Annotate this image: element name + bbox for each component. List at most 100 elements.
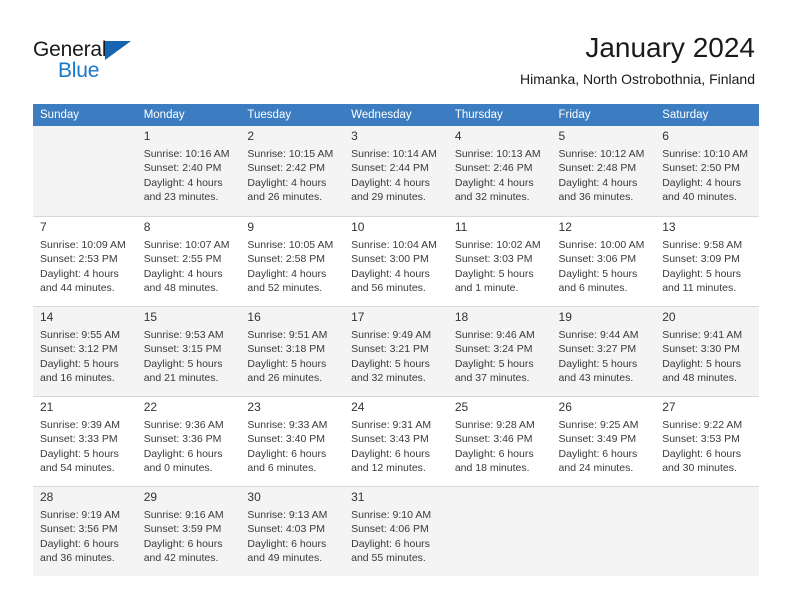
calendar-header-row: Sunday Monday Tuesday Wednesday Thursday… — [33, 104, 759, 126]
calendar-day-cell[interactable]: 17 Sunrise: 9:49 AM Sunset: 3:21 PM Dayligh… — [344, 306, 448, 396]
day-details: Sunrise: 10:12 AM Sunset: 2:48 PM Daylight… — [552, 145, 656, 204]
day-details: Sunrise: 10:02 AM Sunset: 3:03 PM Daylight… — [448, 236, 552, 295]
calendar-day-cell[interactable]: 25 Sunrise: 9:28 AM Sunset: 3:46 PM Dayligh… — [447, 396, 552, 486]
day-detail-daylight1: Daylight: 5 hours — [143, 357, 223, 370]
day-detail-sunrise: Sunrise: 9:41 AM — [662, 329, 743, 341]
day-detail-daylight2: and 55 minutes. — [351, 551, 426, 564]
day-cell-inner: 11 Sunrise: 10:02 AM Sunset: 3:03 PM Daylig… — [447, 216, 552, 306]
day-detail-sunset: Sunset: 3:43 PM — [351, 433, 429, 446]
day-detail-sunrise: Sunrise: 9:58 AM — [662, 239, 743, 251]
day-details: Sunrise: 9:39 AM Sunset: 3:33 PM Daylight:… — [33, 416, 137, 475]
calendar-day-cell[interactable]: 31 Sunrise: 9:10 AM Sunset: 4:06 PM Dayligh… — [344, 486, 448, 576]
day-number: 30 — [247, 490, 261, 504]
day-detail-sunrise: Sunrise: 9:33 AM — [247, 419, 328, 431]
calendar-day-cell[interactable]: 30 Sunrise: 9:13 AM Sunset: 4:03 PM Dayligh… — [240, 486, 345, 576]
day-detail-daylight1: Daylight: 4 hours — [454, 176, 534, 189]
day-details: Sunrise: 9:31 AM Sunset: 3:43 PM Daylight:… — [344, 416, 448, 475]
day-detail-daylight2: and 44 minutes. — [40, 281, 115, 294]
day-detail-daylight1: Daylight: 5 hours — [247, 357, 327, 370]
day-detail-daylight2: and 11 minutes. — [662, 281, 737, 294]
day-detail-sunset: Sunset: 3:36 PM — [143, 433, 222, 446]
day-number: 14 — [40, 310, 54, 324]
day-detail-sunset: Sunset: 3:03 PM — [454, 253, 533, 266]
day-details: Sunrise: 9:28 AM Sunset: 3:46 PM Daylight:… — [448, 416, 552, 475]
weekday-header-monday: Monday — [136, 104, 241, 126]
calendar-day-cell[interactable]: 12 Sunrise: 10:00 AM Sunset: 3:06 PM Daylig… — [551, 216, 656, 306]
day-cell-inner: 21 Sunrise: 9:39 AM Sunset: 3:33 PM Dayligh… — [33, 396, 137, 486]
day-cell-inner: 30 Sunrise: 9:13 AM Sunset: 4:03 PM Dayligh… — [240, 486, 345, 576]
day-cell-inner: 6 Sunrise: 10:10 AM Sunset: 2:50 PM Dayligh… — [655, 126, 759, 216]
day-cell-inner: 13 Sunrise: 9:58 AM Sunset: 3:09 PM Dayligh… — [655, 216, 759, 306]
calendar-day-cell[interactable]: 21 Sunrise: 9:39 AM Sunset: 3:33 PM Dayligh… — [33, 396, 137, 486]
day-detail-daylight1: Daylight: 4 hours — [247, 176, 327, 189]
day-details: Sunrise: 9:36 AM Sunset: 3:36 PM Daylight:… — [137, 416, 241, 475]
day-detail-sunset: Sunset: 3:59 PM — [143, 523, 222, 536]
calendar-day-cell[interactable]: 4 Sunrise: 10:13 AM Sunset: 2:46 PM Dayligh… — [447, 126, 552, 216]
calendar-day-cell[interactable]: 18 Sunrise: 9:46 AM Sunset: 3:24 PM Dayligh… — [447, 306, 552, 396]
calendar-day-cell[interactable]: 15 Sunrise: 9:53 AM Sunset: 3:15 PM Dayligh… — [136, 306, 241, 396]
day-detail-sunrise: Sunrise: 9:49 AM — [351, 329, 432, 341]
general-blue-logo[interactable]: General Blue — [33, 38, 153, 82]
calendar-day-cell[interactable]: 22 Sunrise: 9:36 AM Sunset: 3:36 PM Dayligh… — [136, 396, 241, 486]
calendar-day-cell[interactable]: 16 Sunrise: 9:51 AM Sunset: 3:18 PM Dayligh… — [240, 306, 345, 396]
day-detail-sunset: Sunset: 3:12 PM — [40, 343, 118, 356]
day-detail-sunset: Sunset: 3:33 PM — [40, 433, 118, 446]
day-number: 9 — [247, 220, 255, 234]
day-cell-inner: 26 Sunrise: 9:25 AM Sunset: 3:49 PM Dayligh… — [551, 396, 656, 486]
calendar-day-cell[interactable]: 9 Sunrise: 10:05 AM Sunset: 2:58 PM Dayligh… — [240, 216, 345, 306]
calendar-day-cell[interactable]: 10 Sunrise: 10:04 AM Sunset: 3:00 PM Daylig… — [344, 216, 448, 306]
day-details: Sunrise: 9:55 AM Sunset: 3:12 PM Daylight:… — [33, 326, 137, 385]
calendar-day-cell[interactable]: 28 Sunrise: 9:19 AM Sunset: 3:56 PM Dayligh… — [33, 486, 137, 576]
day-detail-daylight2: and 26 minutes. — [247, 371, 323, 384]
day-detail-daylight1: Daylight: 5 hours — [40, 357, 119, 370]
day-cell-inner: 15 Sunrise: 9:53 AM Sunset: 3:15 PM Dayligh… — [136, 306, 241, 396]
day-detail-daylight1: Daylight: 6 hours — [351, 537, 430, 550]
day-number: 29 — [143, 490, 158, 504]
day-detail-daylight2: and 24 minutes. — [558, 461, 634, 474]
day-number: 23 — [247, 400, 261, 414]
calendar-day-cell[interactable]: 3 Sunrise: 10:14 AM Sunset: 2:44 PM Dayligh… — [344, 126, 448, 216]
calendar-day-cell[interactable]: 1 Sunrise: 10:16 AM Sunset: 2:40 PM Dayligh… — [136, 126, 241, 216]
calendar-day-cell[interactable]: 8 Sunrise: 10:07 AM Sunset: 2:55 PM Dayligh… — [136, 216, 241, 306]
calendar-day-cell[interactable]: 27 Sunrise: 9:22 AM Sunset: 3:53 PM Dayligh… — [655, 396, 759, 486]
calendar-day-cell[interactable]: 2 Sunrise: 10:15 AM Sunset: 2:42 PM Dayligh… — [240, 126, 345, 216]
calendar-day-cell[interactable]: 24 Sunrise: 9:31 AM Sunset: 3:43 PM Dayligh… — [344, 396, 448, 486]
calendar-day-cell[interactable]: 26 Sunrise: 9:25 AM Sunset: 3:49 PM Dayligh… — [551, 396, 656, 486]
day-detail-daylight2: and 23 minutes. — [143, 190, 219, 203]
calendar-day-cell[interactable]: 20 Sunrise: 9:41 AM Sunset: 3:30 PM Dayligh… — [655, 306, 759, 396]
day-detail-daylight1: Daylight: 6 hours — [143, 447, 223, 460]
day-details: Sunrise: 10:09 AM Sunset: 2:53 PM Daylight… — [33, 236, 137, 295]
day-detail-daylight1: Daylight: 6 hours — [40, 537, 119, 550]
day-number: 10 — [351, 220, 365, 234]
day-details: Sunrise: 9:25 AM Sunset: 3:49 PM Daylight:… — [552, 416, 656, 475]
calendar-day-cell[interactable]: 29 Sunrise: 9:16 AM Sunset: 3:59 PM Dayligh… — [136, 486, 241, 576]
calendar-day-cell[interactable]: 11 Sunrise: 10:02 AM Sunset: 3:03 PM Daylig… — [447, 216, 552, 306]
day-detail-daylight1: Daylight: 4 hours — [143, 267, 223, 280]
calendar-day-cell[interactable]: 19 Sunrise: 9:44 AM Sunset: 3:27 PM Dayligh… — [551, 306, 656, 396]
calendar-day-cell[interactable]: 6 Sunrise: 10:10 AM Sunset: 2:50 PM Dayligh… — [655, 126, 759, 216]
calendar-day-cell[interactable]: 13 Sunrise: 9:58 AM Sunset: 3:09 PM Dayligh… — [655, 216, 759, 306]
calendar-day-cell[interactable]: 23 Sunrise: 9:33 AM Sunset: 3:40 PM Dayligh… — [240, 396, 345, 486]
day-detail-sunrise: Sunrise: 10:14 AM — [351, 148, 437, 160]
calendar-day-cell[interactable]: 7 Sunrise: 10:09 AM Sunset: 2:53 PM Dayligh… — [33, 216, 137, 306]
day-cell-inner: 12 Sunrise: 10:00 AM Sunset: 3:06 PM Daylig… — [551, 216, 656, 306]
day-number: 16 — [247, 310, 261, 324]
page-subtitle: Himanka, North Ostrobothnia, Finland — [520, 71, 755, 87]
day-detail-daylight1: Daylight: 6 hours — [454, 447, 534, 460]
day-detail-daylight1: Daylight: 5 hours — [351, 357, 430, 370]
day-detail-sunset: Sunset: 2:46 PM — [454, 162, 533, 175]
day-detail-daylight1: Daylight: 5 hours — [454, 267, 534, 280]
day-details: Sunrise: 9:33 AM Sunset: 3:40 PM Daylight:… — [240, 416, 344, 475]
day-details: Sunrise: 9:51 AM Sunset: 3:18 PM Daylight:… — [240, 326, 344, 385]
day-detail-daylight1: Daylight: 5 hours — [454, 357, 534, 370]
day-cell-inner: 16 Sunrise: 9:51 AM Sunset: 3:18 PM Dayligh… — [240, 306, 345, 396]
day-detail-sunrise: Sunrise: 9:10 AM — [351, 509, 432, 521]
calendar-day-cell[interactable]: 14 Sunrise: 9:55 AM Sunset: 3:12 PM Dayligh… — [33, 306, 137, 396]
calendar-week-row: 28 Sunrise: 9:19 AM Sunset: 3:56 PM Dayligh… — [33, 486, 759, 576]
day-detail-daylight2: and 49 minutes. — [247, 551, 323, 564]
day-cell-inner: 2 Sunrise: 10:15 AM Sunset: 2:42 PM Dayligh… — [240, 126, 344, 216]
day-detail-sunrise: Sunrise: 9:19 AM — [40, 509, 120, 521]
calendar-day-cell[interactable]: 5 Sunrise: 10:12 AM Sunset: 2:48 PM Dayligh… — [551, 126, 656, 216]
day-detail-sunrise: Sunrise: 10:09 AM — [40, 239, 126, 251]
day-detail-sunrise: Sunrise: 9:39 AM — [40, 419, 120, 431]
